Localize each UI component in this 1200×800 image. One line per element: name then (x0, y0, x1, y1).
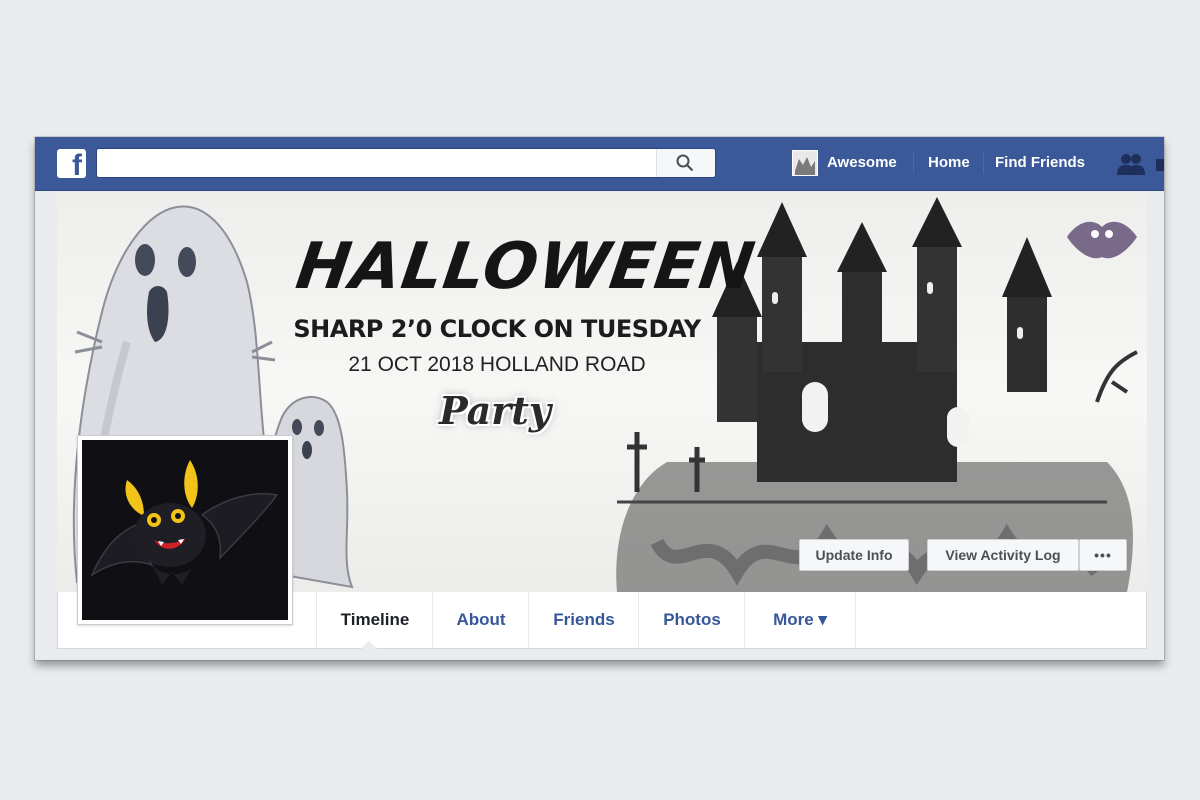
tab-photos[interactable]: Photos (638, 592, 745, 648)
cartoon-bat-small-illustration (1067, 221, 1137, 259)
facebook-logo-letter: f (72, 149, 82, 182)
messages-icon[interactable] (1156, 159, 1164, 171)
tab-more[interactable]: More ▾ (744, 592, 856, 648)
facebook-logo-icon[interactable]: f (57, 149, 86, 182)
search-input[interactable] (103, 153, 647, 175)
event-title: HALLOWEEN (291, 230, 760, 304)
avatar-thumbnail-icon (793, 151, 817, 175)
nav-profile-avatar[interactable] (792, 150, 818, 176)
nav-profile-name[interactable]: Awesome (827, 154, 897, 171)
nav-home-link[interactable]: Home (928, 154, 970, 171)
nav-find-friends-link[interactable]: Find Friends (995, 154, 1085, 171)
active-tab-caret (361, 641, 377, 649)
profile-picture[interactable] (77, 435, 293, 625)
more-options-button[interactable]: ••• (1079, 539, 1127, 571)
search-box[interactable] (96, 148, 716, 178)
event-script-word: Party (439, 388, 551, 433)
nav-separator (983, 152, 984, 174)
search-button[interactable] (656, 149, 715, 177)
top-navigation-bar: f Awesome Home Find Friends (35, 137, 1164, 191)
profile-picture-image (82, 440, 288, 620)
event-details: 21 OCT 2018 HOLLAND ROAD (348, 353, 646, 376)
view-activity-log-button[interactable]: View Activity Log (927, 539, 1079, 571)
nav-separator (913, 152, 914, 174)
tab-friends[interactable]: Friends (528, 592, 639, 648)
event-subtitle: SHARP 2’0 CLOCK ON TUESDAY (293, 315, 701, 343)
facebook-profile-mockup: f Awesome Home Find Friends HALLOWEEN SH… (35, 137, 1164, 660)
cartoon-bat-icon (90, 460, 279, 585)
tab-about[interactable]: About (432, 592, 529, 648)
friend-requests-icon[interactable] (1117, 153, 1147, 175)
tab-label: Timeline (340, 610, 410, 629)
search-icon (676, 154, 694, 172)
tab-timeline[interactable]: Timeline (316, 592, 433, 649)
update-info-button[interactable]: Update Info (799, 539, 909, 571)
